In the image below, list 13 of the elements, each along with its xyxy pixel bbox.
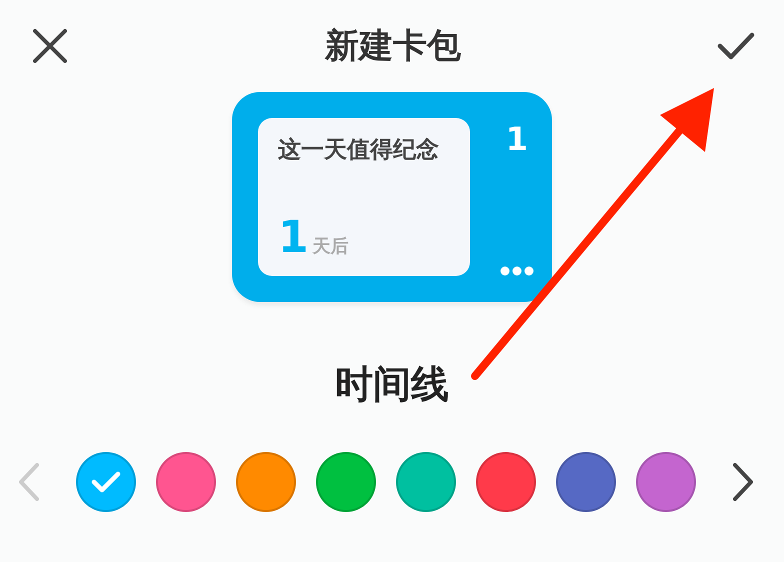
card-count: 1 — [506, 120, 528, 158]
checkmark-icon — [717, 32, 755, 60]
checkmark-icon — [91, 471, 121, 493]
page-title: 新建卡包 — [325, 25, 461, 68]
close-icon — [32, 28, 68, 64]
days-count: 1 — [278, 216, 309, 260]
event-title: 这一天值得纪念 — [278, 136, 440, 165]
days-unit: 天后 — [312, 235, 349, 258]
chevron-right-icon — [732, 462, 754, 502]
style-name: 时间线 — [335, 360, 449, 408]
next-button[interactable] — [730, 460, 756, 504]
more-icon[interactable] — [500, 266, 534, 276]
chevron-left-icon — [18, 462, 40, 502]
